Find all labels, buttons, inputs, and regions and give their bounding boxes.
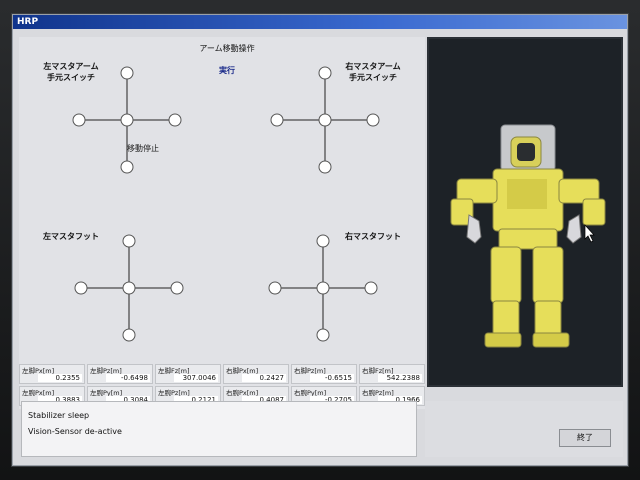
left-arm-pad xyxy=(67,65,187,175)
readout-cell: 左脚Px[m] 0.2355 xyxy=(19,364,85,384)
stop-label: 移動停止 xyxy=(127,144,159,153)
left-arm-right-button[interactable] xyxy=(168,113,182,127)
left-foot-left-button[interactable] xyxy=(74,281,88,295)
left-foot-pad xyxy=(69,233,189,343)
right-foot-up-button[interactable] xyxy=(316,234,330,248)
readout-cell: 左脚Fz[m] 307.0046 xyxy=(155,364,221,384)
app-window: HRP アーム移動操作 実行 左マスタアーム 手元スイッチ 移動停止 右マスタア… xyxy=(12,14,628,466)
window-title: HRP xyxy=(17,17,39,27)
left-foot-center-button[interactable] xyxy=(122,281,136,295)
right-arm-up-button[interactable] xyxy=(318,66,332,80)
panel-title: アーム移動操作 xyxy=(199,44,255,53)
left-foot-right-button[interactable] xyxy=(170,281,184,295)
left-arm-left-button[interactable] xyxy=(72,113,86,127)
right-arm-down-button[interactable] xyxy=(318,160,332,174)
left-foot-up-button[interactable] xyxy=(122,234,136,248)
execute-button[interactable]: 実行 xyxy=(187,65,267,76)
left-arm-up-button[interactable] xyxy=(120,66,134,80)
right-foot-down-button[interactable] xyxy=(316,328,330,342)
footer-area: 終了 xyxy=(425,401,623,457)
left-foot-down-button[interactable] xyxy=(122,328,136,342)
robot-3d-viewport[interactable] xyxy=(427,37,623,387)
readout-cell: 左脚Pz[m] -0.6498 xyxy=(87,364,153,384)
right-arm-right-button[interactable] xyxy=(366,113,380,127)
left-arm-center-button[interactable] xyxy=(120,113,134,127)
right-foot-pad xyxy=(263,233,383,343)
right-foot-right-button[interactable] xyxy=(364,281,378,295)
left-arm-down-button[interactable] xyxy=(120,160,134,174)
right-arm-pad xyxy=(265,65,385,175)
end-button[interactable]: 終了 xyxy=(559,429,611,447)
right-arm-center-button[interactable] xyxy=(318,113,332,127)
status-log: Stabilizer sleep Vision-Sensor de-active xyxy=(21,401,417,457)
readout-cell: 右脚Pz[m] -0.6515 xyxy=(291,364,357,384)
right-arm-left-button[interactable] xyxy=(270,113,284,127)
readout-cell: 右脚Px[m] 0.2427 xyxy=(223,364,289,384)
robot-model xyxy=(450,124,606,348)
readout-cell: 右脚Fz[m] 542.2388 xyxy=(359,364,425,384)
control-panel: アーム移動操作 実行 左マスタアーム 手元スイッチ 移動停止 右マスタアーム 手… xyxy=(19,37,425,409)
log-line: Stabilizer sleep xyxy=(28,411,90,420)
right-foot-center-button[interactable] xyxy=(316,281,330,295)
log-line: Vision-Sensor de-active xyxy=(28,427,122,436)
title-bar: HRP xyxy=(13,15,627,29)
right-foot-left-button[interactable] xyxy=(268,281,282,295)
